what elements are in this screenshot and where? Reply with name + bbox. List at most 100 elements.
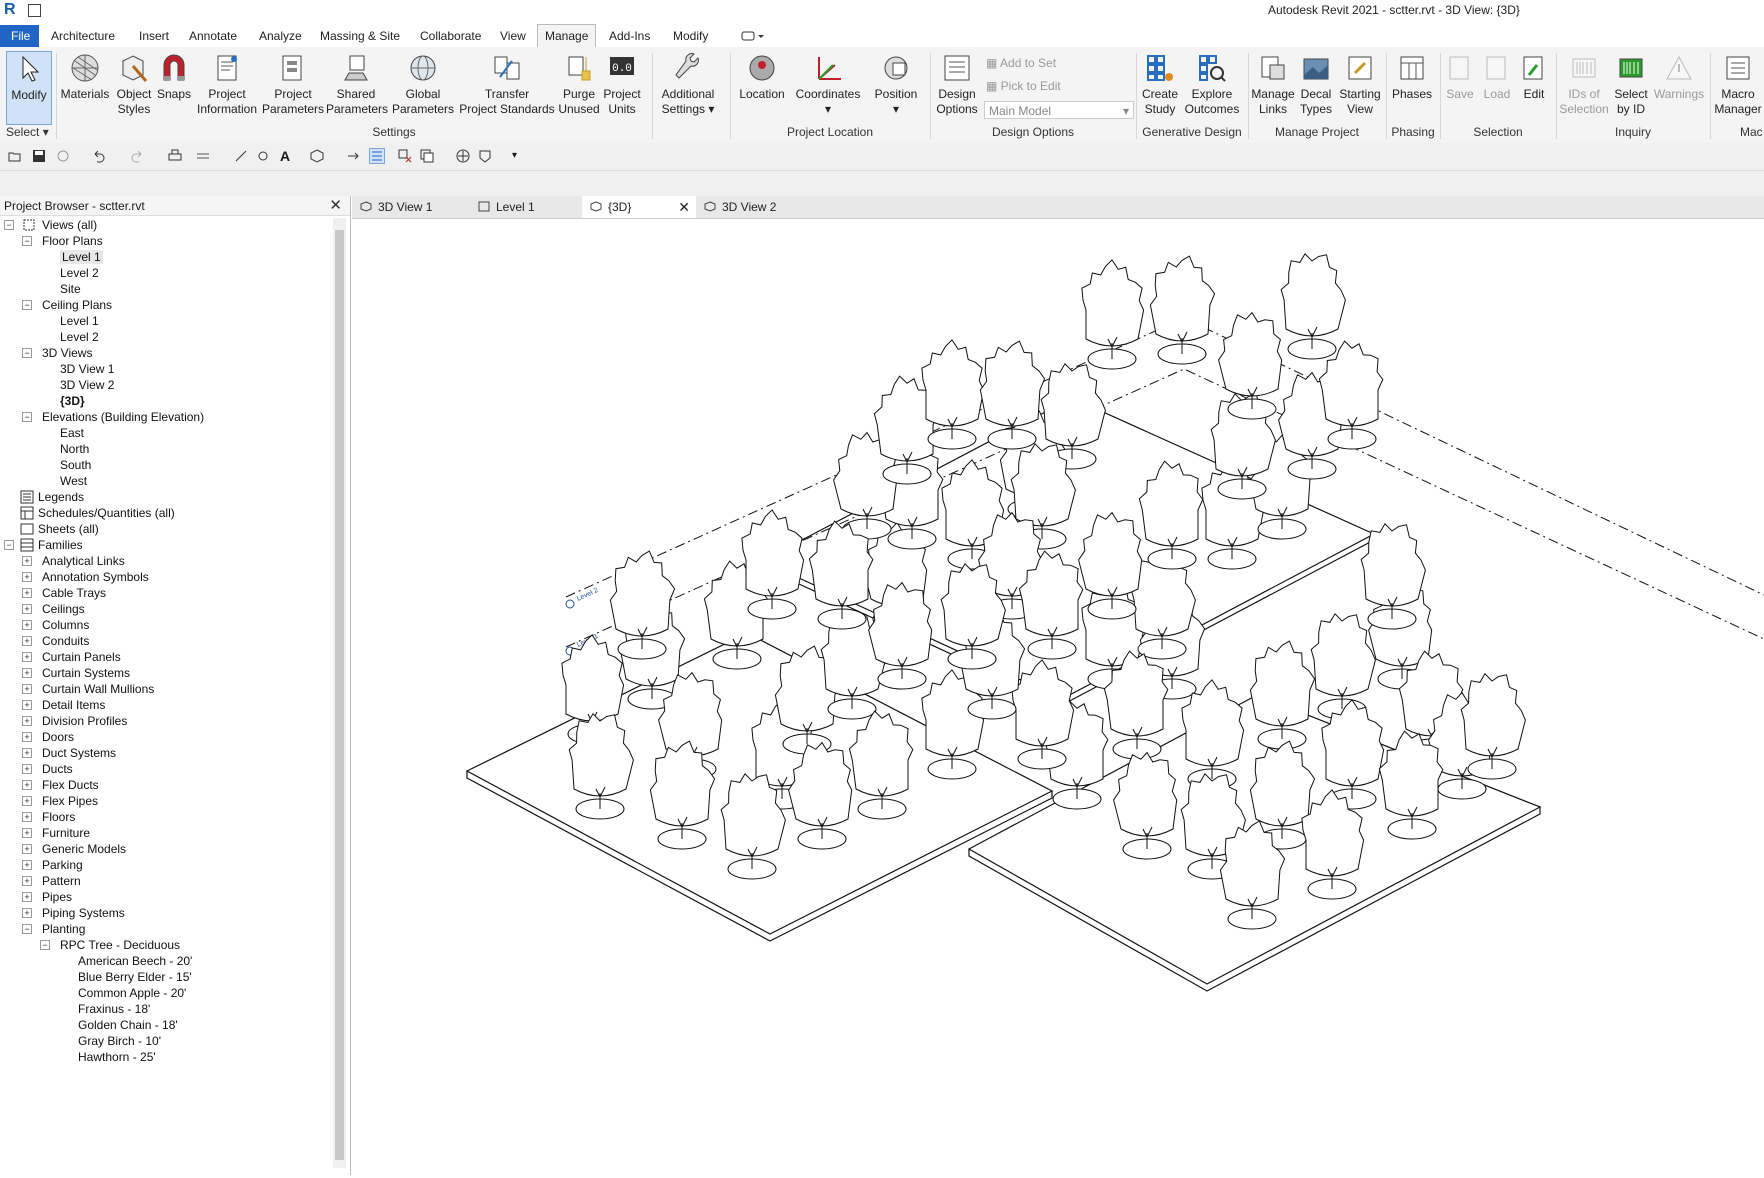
collapse-icon[interactable]: −	[22, 924, 32, 934]
location-button[interactable]: Location	[734, 51, 790, 123]
3d-view-canvas[interactable]: Level 2 Level 1	[352, 219, 1764, 1175]
transfer-project-standards-button[interactable]: Transfer Project Standards	[456, 51, 558, 123]
save-selection-button[interactable]: Save	[1442, 51, 1478, 123]
expand-icon[interactable]: +	[22, 764, 32, 774]
collapse-icon[interactable]: −	[4, 220, 14, 230]
rpc-tree[interactable]	[1310, 612, 1376, 720]
collapse-icon[interactable]: −	[22, 412, 32, 422]
view-tab-level-1[interactable]: Level 1	[470, 196, 582, 218]
design-options-button[interactable]: Design Options	[934, 51, 980, 123]
tab-architecture[interactable]: Architecture	[44, 25, 122, 47]
rpc-tree[interactable]	[649, 740, 716, 850]
edit-selection-button[interactable]: Edit	[1516, 51, 1552, 123]
expand-icon[interactable]: +	[22, 620, 32, 630]
scrollbar-thumb[interactable]	[335, 230, 344, 1160]
phases-button[interactable]: Phases	[1390, 51, 1434, 123]
expand-icon[interactable]: +	[22, 668, 32, 678]
rpc-tree[interactable]	[1113, 751, 1178, 860]
shared-parameters-button[interactable]: Shared Parameters	[326, 51, 388, 123]
collapse-icon[interactable]: −	[4, 540, 14, 550]
expand-icon[interactable]: +	[22, 700, 32, 710]
expand-icon[interactable]: +	[22, 892, 32, 902]
rpc-tree[interactable]	[1078, 511, 1143, 620]
measure-icon[interactable]	[196, 149, 210, 163]
save-icon[interactable]	[32, 149, 46, 163]
collapse-icon[interactable]: −	[22, 300, 32, 310]
expand-icon[interactable]: +	[22, 652, 32, 662]
position-button[interactable]: Position ▾	[870, 51, 922, 123]
rpc-tree[interactable]	[848, 710, 914, 820]
main-model-dropdown[interactable]: Main Model ▾	[984, 101, 1134, 119]
open-icon[interactable]	[8, 149, 22, 163]
manage-links-button[interactable]: Manage Links	[1250, 51, 1296, 123]
tree-node-elevations[interactable]: − Elevations (Building Elevation)	[22, 408, 204, 426]
close-hidden-windows-icon[interactable]	[398, 149, 412, 163]
global-parameters-button[interactable]: Global Parameters	[390, 51, 456, 123]
materials-button[interactable]: Materials	[60, 51, 110, 123]
coordinates-button[interactable]: Coordinates ▾	[792, 51, 864, 123]
tree-node-tree-type[interactable]: Hawthorn - 25'	[78, 1048, 156, 1066]
tab-massing-site[interactable]: Massing & Site	[313, 25, 407, 47]
window-menu-icon[interactable]	[28, 4, 41, 17]
create-study-button[interactable]: Create Study	[1138, 51, 1182, 123]
collapse-icon[interactable]: −	[22, 236, 32, 246]
rpc-tree[interactable]	[1280, 252, 1346, 360]
tab-insert[interactable]: Insert	[132, 25, 176, 47]
expand-icon[interactable]: +	[22, 812, 32, 822]
additional-settings-button[interactable]: Additional Settings ▾	[656, 51, 720, 123]
ids-of-selection-button[interactable]: IDs of Selection	[1558, 51, 1610, 123]
expand-icon[interactable]: +	[22, 588, 32, 598]
rpc-tree[interactable]	[808, 520, 874, 630]
customize-qat-icon[interactable]: ▾	[512, 149, 526, 163]
render-icon[interactable]	[456, 149, 470, 163]
expand-icon[interactable]: +	[22, 732, 32, 742]
collapse-icon[interactable]: −	[22, 348, 32, 358]
load-selection-button[interactable]: Load	[1478, 51, 1516, 123]
undo-icon[interactable]	[92, 149, 106, 163]
visual-style-icon[interactable]	[478, 149, 492, 163]
expand-icon[interactable]: +	[22, 908, 32, 918]
rpc-tree[interactable]	[1103, 650, 1169, 760]
expand-icon[interactable]: +	[22, 828, 32, 838]
macro-manager-button[interactable]: Macro Manager	[1712, 51, 1764, 123]
object-styles-button[interactable]: Object Styles	[112, 51, 156, 123]
collapse-icon[interactable]: −	[40, 940, 50, 950]
pick-to-edit-button[interactable]: ▦ Pick to Edit	[986, 79, 1061, 93]
browser-scrollbar[interactable]	[333, 218, 346, 1168]
tab-manage[interactable]: Manage	[537, 24, 597, 47]
add-to-set-button[interactable]: ▦ Add to Set	[986, 56, 1056, 70]
rpc-tree[interactable]	[568, 712, 634, 820]
expand-icon[interactable]: +	[22, 780, 32, 790]
rpc-tree[interactable]	[720, 772, 786, 880]
dimension-icon[interactable]	[234, 149, 248, 163]
modify-button[interactable]: Modify	[6, 51, 52, 125]
expand-icon[interactable]: +	[22, 572, 32, 582]
tab-file[interactable]: File	[0, 25, 39, 47]
project-units-button[interactable]: 0.0 Project Units	[600, 51, 644, 123]
rpc-tree[interactable]	[1081, 259, 1145, 370]
view-tab-3d-default[interactable]: {3D} ✕	[582, 196, 696, 218]
text-icon[interactable]: A	[280, 149, 294, 163]
expand-icon[interactable]: +	[22, 556, 32, 566]
expand-icon[interactable]: +	[22, 860, 32, 870]
thin-lines-icon[interactable]	[369, 148, 385, 164]
sections-icon[interactable]	[346, 149, 360, 163]
default-3d-view-icon[interactable]	[310, 149, 324, 163]
expand-icon[interactable]: +	[22, 796, 32, 806]
tab-modify[interactable]: Modify	[666, 25, 715, 47]
project-information-button[interactable]: Project Information	[194, 51, 260, 123]
tab-view[interactable]: View	[493, 25, 533, 47]
expand-icon[interactable]: +	[22, 636, 32, 646]
rpc-tree[interactable]	[1149, 255, 1216, 365]
expand-icon[interactable]: +	[22, 684, 32, 694]
level-2-head[interactable]	[565, 599, 575, 609]
tab-annotate[interactable]: Annotate	[182, 25, 244, 47]
sync-icon[interactable]	[56, 149, 70, 163]
explore-outcomes-button[interactable]: Explore Outcomes	[1182, 51, 1242, 123]
project-parameters-button[interactable]: Project Parameters	[262, 51, 324, 123]
purge-unused-button[interactable]: Purge Unused	[558, 51, 600, 123]
view-tab-3d-view-2[interactable]: 3D View 2	[696, 196, 814, 218]
snaps-button[interactable]: Snaps	[156, 51, 192, 123]
switch-windows-icon[interactable]	[420, 149, 434, 163]
expand-icon[interactable]: +	[22, 604, 32, 614]
